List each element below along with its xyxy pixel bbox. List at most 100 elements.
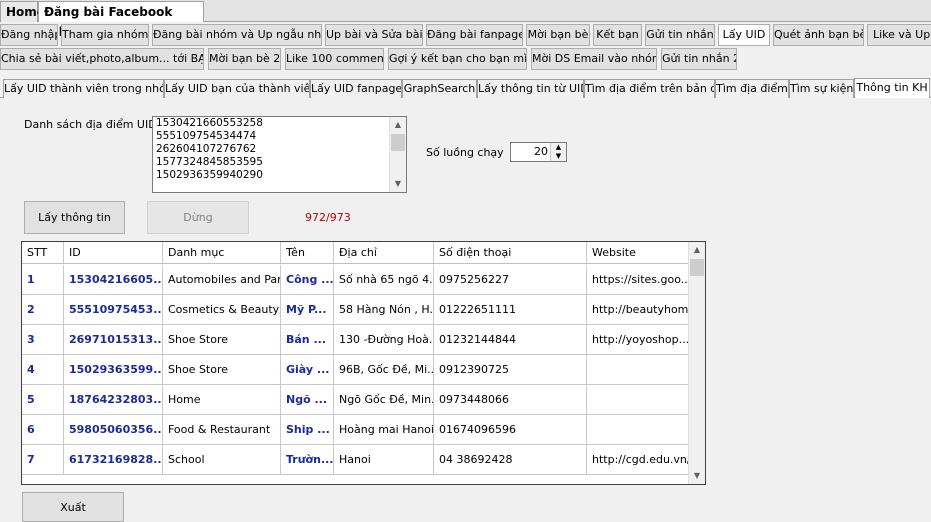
col-category-header[interactable]: Danh mục bbox=[163, 242, 281, 263]
table-row[interactable]: 4 15029363599... Shoe Store Giày ... 96B, Gố… bbox=[22, 355, 690, 385]
stepper-up-icon[interactable]: ▲ bbox=[551, 143, 566, 152]
cell-website[interactable] bbox=[587, 415, 690, 444]
cell-phone[interactable]: 0975256227 bbox=[434, 265, 587, 294]
cell-stt[interactable]: 4 bbox=[22, 355, 64, 384]
send-message-button[interactable]: Gửi tin nhắn bbox=[645, 24, 715, 46]
col-stt-header[interactable]: STT bbox=[22, 242, 64, 263]
cell-website[interactable] bbox=[587, 355, 690, 384]
cell-name[interactable]: Công ... bbox=[281, 265, 334, 294]
cell-phone[interactable]: 01232144844 bbox=[434, 325, 587, 354]
cell-category[interactable]: Automobiles and Parts bbox=[163, 265, 281, 294]
tab-uid-member-friends[interactable]: Lấy UID bạn của thành viên bbox=[164, 79, 310, 98]
cell-id[interactable]: 26971015313... bbox=[64, 325, 163, 354]
scroll-down-icon[interactable]: ▼ bbox=[689, 468, 705, 484]
cell-address[interactable]: Ngõ Gốc Đề, Min... bbox=[334, 385, 434, 414]
post-fanpage-button[interactable]: Đăng bài fanpage bbox=[426, 24, 523, 46]
col-name-header[interactable]: Tên bbox=[281, 242, 334, 263]
col-address-header[interactable]: Địa chỉ bbox=[334, 242, 434, 263]
tab-info-from-uid[interactable]: Lấy thông tin từ UID bbox=[477, 79, 584, 98]
table-row[interactable]: 5 18764232803... Home Ngõ ... Ngõ Gốc Đề, Mi… bbox=[22, 385, 690, 415]
invite-friends-2-button[interactable]: Mời bạn bè 2 bbox=[208, 48, 281, 70]
col-phone-header[interactable]: Số điện thoại bbox=[434, 242, 587, 263]
table-row[interactable]: 3 26971015313... Shoe Store Bán ... 130 -Đườ… bbox=[22, 325, 690, 355]
tab-find-event[interactable]: Tìm sự kiện bbox=[789, 79, 854, 98]
cell-website[interactable]: https://sites.goo... bbox=[587, 265, 690, 294]
col-website-header[interactable]: Website bbox=[587, 242, 690, 263]
cell-name[interactable]: Ngõ ... bbox=[281, 385, 334, 414]
cell-id[interactable]: 18764232803... bbox=[64, 385, 163, 414]
cell-stt[interactable]: 7 bbox=[22, 445, 64, 474]
cell-phone[interactable]: 04 38692428 bbox=[434, 445, 587, 474]
threads-stepper[interactable]: 20 ▲ ▼ bbox=[510, 142, 567, 162]
cell-id[interactable]: 15029363599... bbox=[64, 355, 163, 384]
cell-stt[interactable]: 1 bbox=[22, 265, 64, 294]
cell-stt[interactable]: 6 bbox=[22, 415, 64, 444]
cell-stt[interactable]: 2 bbox=[22, 295, 64, 324]
cell-name[interactable]: Trườn... bbox=[281, 445, 334, 474]
add-friend-button[interactable]: Kết bạn bbox=[593, 24, 642, 46]
list-scrollbar[interactable]: ▲ ▼ bbox=[389, 117, 406, 192]
cell-id[interactable]: 61732169828... bbox=[64, 445, 163, 474]
cell-name[interactable]: Giày ... bbox=[281, 355, 334, 384]
like-100-comment-button[interactable]: Like 100 comment bbox=[285, 48, 384, 70]
cell-category[interactable]: School bbox=[163, 445, 281, 474]
login-button[interactable]: Đăng nhập bbox=[0, 24, 58, 46]
scan-friend-photos-button[interactable]: Quét ảnh bạn bè bbox=[773, 24, 864, 46]
cell-id[interactable]: 55510975453... bbox=[64, 295, 163, 324]
stop-button[interactable]: Dừng bbox=[147, 201, 249, 234]
table-row[interactable]: 6 59805060356... Food & Restaurant Ship ...… bbox=[22, 415, 690, 445]
get-info-button[interactable]: Lấy thông tin bbox=[24, 201, 125, 234]
cell-category[interactable]: Home bbox=[163, 385, 281, 414]
table-scrollbar[interactable]: ▲ ▼ bbox=[688, 242, 705, 484]
cell-phone[interactable]: 01674096596 bbox=[434, 415, 587, 444]
scroll-down-icon[interactable]: ▼ bbox=[390, 176, 406, 192]
cell-name[interactable]: Ship ... bbox=[281, 415, 334, 444]
cell-phone[interactable]: 0912390725 bbox=[434, 355, 587, 384]
cell-name[interactable]: Bán ... bbox=[281, 325, 334, 354]
cell-address[interactable]: Số nhà 65 ngõ 4... bbox=[334, 265, 434, 294]
cell-address[interactable]: 58 Hàng Nón , H... bbox=[334, 295, 434, 324]
uid-list-textbox[interactable]: 1530421660553258 555109754534474 2626041… bbox=[152, 116, 407, 193]
tab-uid-group-members[interactable]: Lấy UID thành viên trong nhóm bbox=[3, 79, 164, 98]
up-edit-post-button[interactable]: Up bài và Sửa bài bbox=[325, 24, 423, 46]
cell-stt[interactable]: 5 bbox=[22, 385, 64, 414]
scroll-up-icon[interactable]: ▲ bbox=[689, 242, 705, 258]
cell-category[interactable]: Shoe Store bbox=[163, 355, 281, 384]
cell-id[interactable]: 59805060356... bbox=[64, 415, 163, 444]
post-group-random-button[interactable]: Đăng bài nhóm và Up ngẫu nhiên bbox=[152, 24, 322, 46]
cell-website[interactable]: http://yoyoshop.... bbox=[587, 325, 690, 354]
cell-category[interactable]: Shoe Store bbox=[163, 325, 281, 354]
share-post-button[interactable]: Chia sẻ bài viết,photo,album... tới BẠN … bbox=[0, 48, 204, 70]
tab-uid-fanpage[interactable]: Lấy UID fanpage bbox=[310, 79, 402, 98]
suggest-friends-button[interactable]: Gợi ý kết bạn cho bạn mình bbox=[388, 48, 527, 70]
tab-find-place-map[interactable]: Tìm địa điểm trên bản đồ bbox=[584, 79, 715, 98]
cell-website[interactable]: http://beautyhom... bbox=[587, 295, 690, 324]
table-row[interactable]: 2 55510975453... Cosmetics & Beauty ... Mỹ … bbox=[22, 295, 690, 325]
get-uid-button[interactable]: Lấy UID bbox=[718, 24, 770, 46]
tab-home[interactable]: Home bbox=[0, 1, 45, 22]
scroll-up-icon[interactable]: ▲ bbox=[390, 117, 406, 133]
table-row[interactable]: 1 15304216605... Automobiles and Parts Công… bbox=[22, 265, 690, 295]
cell-address[interactable]: Hanoi bbox=[334, 445, 434, 474]
cell-category[interactable]: Cosmetics & Beauty ... bbox=[163, 295, 281, 324]
cell-stt[interactable]: 3 bbox=[22, 325, 64, 354]
invite-friends-button[interactable]: Mời bạn bè bbox=[526, 24, 590, 46]
cell-phone[interactable]: 0973448066 bbox=[434, 385, 587, 414]
tab-graphsearch[interactable]: GraphSearch bbox=[402, 79, 477, 98]
send-message-2-button[interactable]: Gửi tin nhắn 2 bbox=[661, 48, 737, 70]
cell-name[interactable]: Mỹ P... bbox=[281, 295, 334, 324]
cell-address[interactable]: 130 -Đường Hoà... bbox=[334, 325, 434, 354]
table-row[interactable]: 7 61732169828... School Trườn... Hanoi 04 386… bbox=[22, 445, 690, 475]
scroll-thumb[interactable] bbox=[391, 134, 405, 151]
cell-id[interactable]: 15304216605... bbox=[64, 265, 163, 294]
cell-address[interactable]: Hoàng mai Hanoi bbox=[334, 415, 434, 444]
cell-website[interactable] bbox=[587, 385, 690, 414]
join-group-button[interactable]: Tham gia nhóm bbox=[61, 24, 149, 46]
cell-category[interactable]: Food & Restaurant bbox=[163, 415, 281, 444]
tab-customer-info[interactable]: Thông tin KH bbox=[854, 78, 930, 99]
stepper-down-icon[interactable]: ▼ bbox=[551, 152, 566, 161]
cell-website[interactable]: http://cgd.edu.vn/ bbox=[587, 445, 690, 474]
export-button[interactable]: Xuất bbox=[22, 492, 124, 522]
tab-facebook-post[interactable]: Đăng bài Facebook Tab-1 bbox=[38, 1, 204, 39]
cell-phone[interactable]: 01222651111 bbox=[434, 295, 587, 324]
